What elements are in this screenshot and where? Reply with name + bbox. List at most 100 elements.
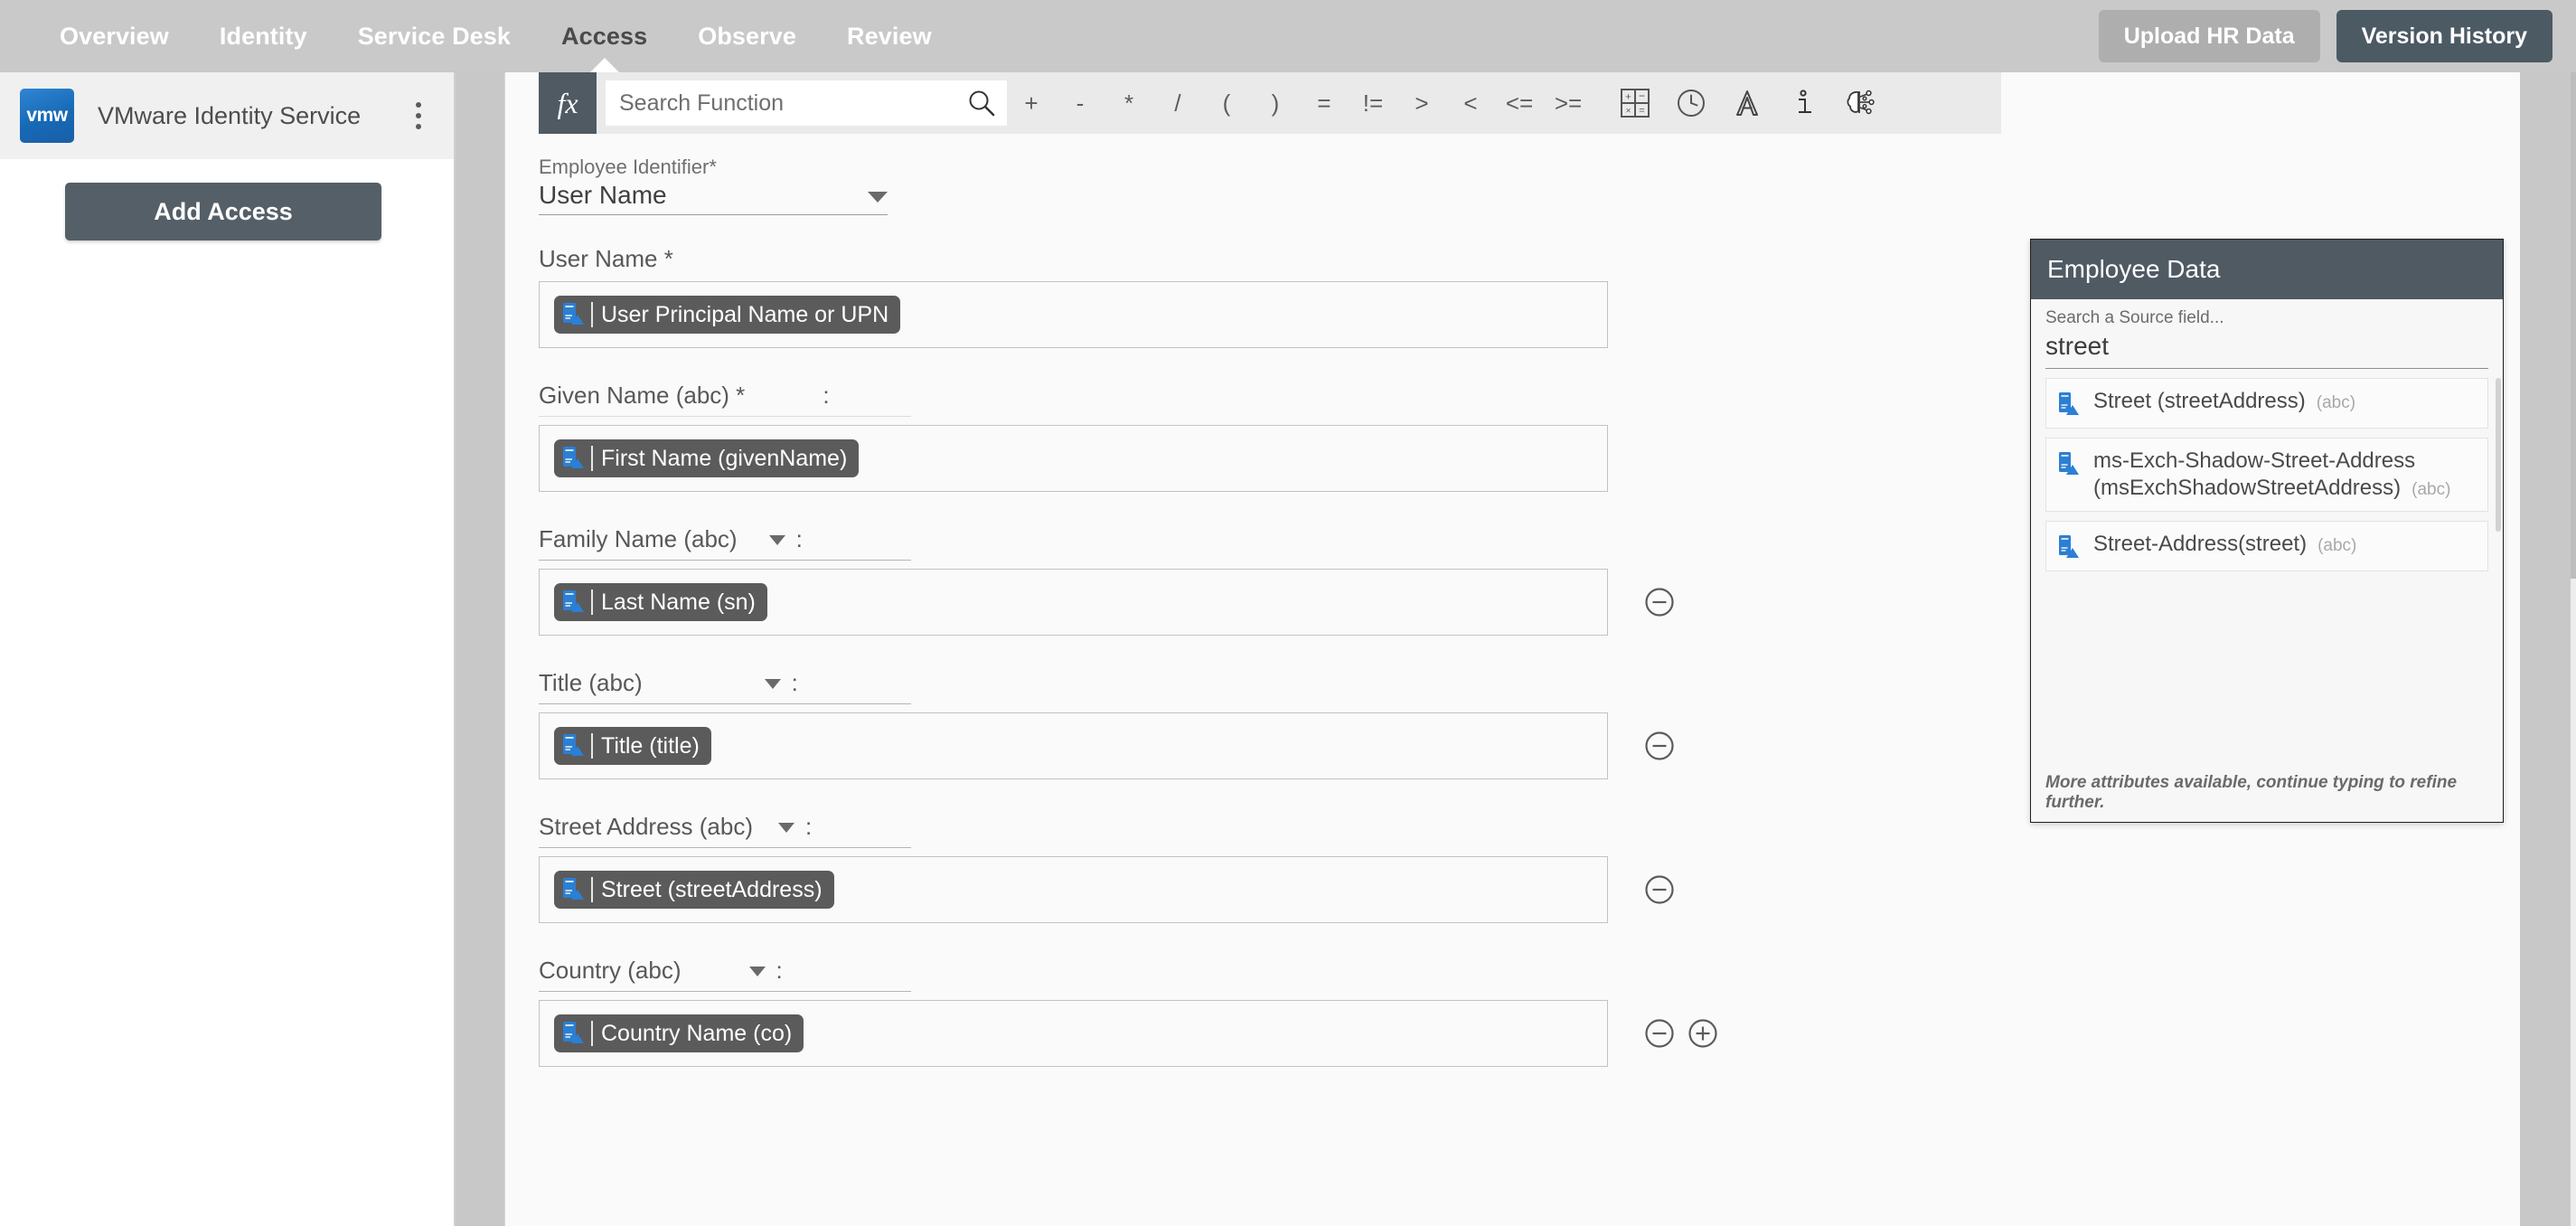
minus-circle-icon[interactable] [1644, 874, 1675, 905]
token-input-box[interactable]: Last Name (sn) [539, 569, 1608, 636]
operator-plus[interactable]: + [1007, 72, 1056, 134]
mapping-row-label: User Name * [539, 245, 673, 272]
chip-divider [591, 1021, 593, 1046]
token-input-box[interactable]: Title (title) [539, 712, 1608, 779]
operator-not-equals[interactable]: != [1349, 72, 1397, 134]
employee-data-footer-note: More attributes available, continue typi… [2045, 773, 2458, 812]
calculator-icon[interactable]: + − × = [1607, 72, 1663, 134]
token-input-box[interactable]: First Name (givenName) [539, 425, 1608, 492]
text-a-icon[interactable] [1719, 72, 1775, 134]
version-history-button[interactable]: Version History [2336, 10, 2552, 62]
attribute-chip[interactable]: First Name (givenName) [554, 439, 860, 477]
application-name: VMware Identity Service [98, 101, 362, 129]
function-search-field[interactable] [606, 80, 1007, 126]
attribute-icon [2059, 392, 2079, 415]
minus-circle-icon[interactable] [1644, 731, 1675, 761]
operator-multiply[interactable]: * [1105, 72, 1153, 134]
svg-text:−: − [1639, 90, 1645, 102]
attribute-chip[interactable]: Country Name (co) [554, 1014, 804, 1052]
search-icon[interactable] [967, 89, 996, 118]
nav-item-review[interactable]: Review [822, 0, 957, 72]
clock-icon[interactable] [1663, 72, 1719, 134]
chevron-down-icon[interactable] [768, 535, 785, 545]
token-input-box[interactable]: Country Name (co) [539, 1000, 1608, 1067]
attribute-chip-label: First Name (givenName) [601, 445, 848, 471]
label-underline [539, 847, 911, 848]
source-search-input[interactable] [2045, 328, 2488, 369]
mapping-row-label: Given Name (abc) * [539, 382, 746, 409]
operator-close-paren[interactable]: ) [1251, 72, 1300, 134]
minus-circle-icon[interactable] [1644, 587, 1675, 618]
upload-hr-data-button[interactable]: Upload HR Data [2098, 10, 2320, 62]
source-result-item[interactable]: Street-Address(street) (abc) [2045, 521, 2488, 571]
nav-item-identity[interactable]: Identity [194, 0, 333, 72]
application-row[interactable]: vmw VMware Identity Service [0, 72, 454, 159]
operator-divide[interactable]: / [1153, 72, 1202, 134]
source-result-type: (abc) [2317, 536, 2357, 555]
chevron-down-icon[interactable] [778, 823, 794, 833]
chip-divider [591, 877, 593, 902]
more-vertical-icon[interactable] [403, 97, 434, 135]
operator-minus[interactable]: - [1056, 72, 1105, 134]
minus-circle-icon[interactable] [1644, 1018, 1675, 1049]
results-scrollbar[interactable] [2496, 378, 2501, 532]
brain-ai-icon[interactable] [1831, 72, 1887, 134]
nav-items: Overview Identity Service Desk Access Ob… [34, 0, 957, 72]
employee-data-panel-title: Employee Data [2031, 240, 2503, 299]
attribute-chip[interactable]: Title (title) [554, 727, 711, 765]
label-underline [539, 991, 911, 992]
attribute-icon [563, 734, 584, 756]
source-field-search: Search a Source field... [2031, 299, 2503, 369]
kebab-dot [416, 113, 421, 118]
employee-identifier-select[interactable]: User Name [539, 181, 888, 215]
source-result-type: (abc) [2316, 393, 2356, 412]
operator-less-than[interactable]: < [1446, 72, 1495, 134]
source-result-text: Street (streetAddress) (abc) [2093, 388, 2355, 415]
nav-item-access[interactable]: Access [536, 0, 672, 72]
employee-identifier-field: Employee Identifier* User Name [539, 156, 2520, 215]
mapping-row: Country (abc) : Country Name (co) [539, 948, 2520, 1067]
source-result-item[interactable]: ms-Exch-Shadow-Street-Address (msExchSha… [2045, 438, 2488, 512]
chevron-down-icon[interactable] [764, 679, 781, 689]
attribute-chip[interactable]: Street (streetAddress) [554, 871, 834, 909]
operator-less-equal[interactable]: <= [1495, 72, 1544, 134]
attribute-icon [563, 590, 584, 612]
token-input-box[interactable]: Street (streetAddress) [539, 856, 1608, 923]
row-colon: : [776, 957, 783, 984]
chip-divider [591, 446, 593, 471]
add-access-container: Add Access [0, 159, 454, 240]
operator-equals[interactable]: = [1300, 72, 1349, 134]
kebab-dot [416, 124, 421, 129]
source-result-type: (abc) [2411, 480, 2451, 499]
nav-item-service-desk[interactable]: Service Desk [333, 0, 536, 72]
source-search-label: Search a Source field... [2045, 308, 2224, 327]
row-label-container: Country (abc) : [539, 948, 2520, 985]
row-colon: : [823, 382, 830, 409]
nav-item-overview[interactable]: Overview [34, 0, 194, 72]
page-scrollbar-thumb[interactable] [2571, 72, 2576, 579]
token-input-box[interactable]: User Principal Name or UPN [539, 281, 1608, 348]
operator-greater-than[interactable]: > [1397, 72, 1446, 134]
operator-open-paren[interactable]: ( [1202, 72, 1251, 134]
plus-circle-icon[interactable] [1688, 1018, 1718, 1049]
attribute-icon [563, 447, 584, 468]
nav-actions: Upload HR Data Version History [2098, 10, 2552, 62]
attribute-icon [563, 878, 584, 900]
fx-function-badge[interactable]: fx [539, 72, 597, 134]
chevron-down-icon[interactable] [748, 967, 766, 976]
info-icon[interactable] [1775, 72, 1831, 134]
add-access-button[interactable]: Add Access [65, 183, 381, 240]
row-colon: : [791, 669, 798, 696]
attribute-chip[interactable]: Last Name (sn) [554, 583, 767, 621]
attribute-chip[interactable]: User Principal Name or UPN [554, 296, 901, 334]
label-underline [539, 703, 911, 704]
mapping-row-label: Street Address (abc) [539, 813, 753, 840]
search-function-input[interactable] [606, 80, 1007, 126]
chevron-down-icon[interactable] [868, 192, 888, 203]
source-result-item[interactable]: Street (streetAddress) (abc) [2045, 378, 2488, 429]
operator-greater-equal[interactable]: >= [1544, 72, 1593, 134]
source-search-results: Street (streetAddress) (abc) ms-Exch-Shad… [2031, 369, 2503, 768]
nav-item-observe[interactable]: Observe [672, 0, 822, 72]
employee-identifier-label: Employee Identifier* [539, 156, 717, 178]
page-scrollbar[interactable] [2571, 72, 2576, 1226]
